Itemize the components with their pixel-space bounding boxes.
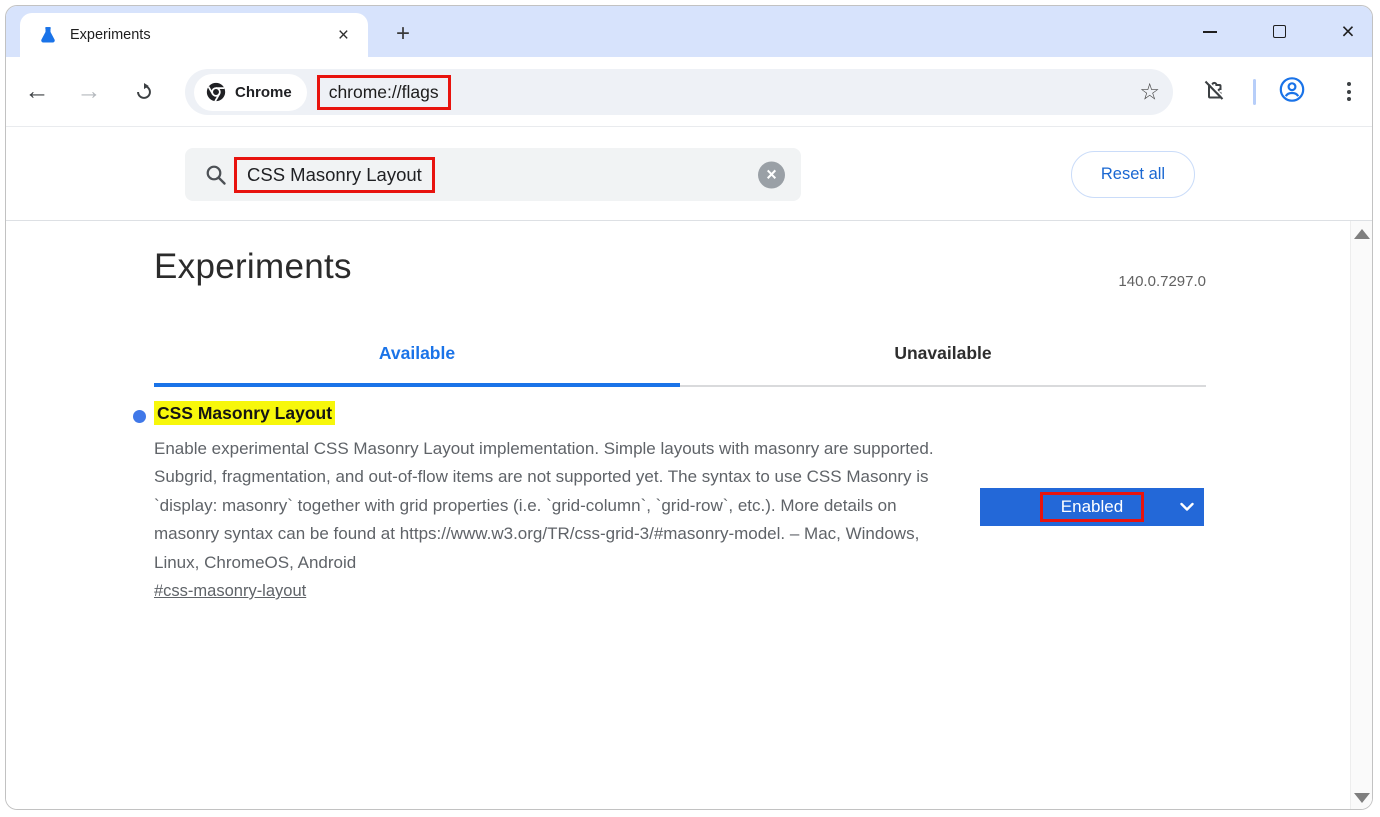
flag-entry-css-masonry: CSS Masonry Layout Enable experimental C… (154, 403, 1206, 601)
flags-search-header: CSS Masonry Layout × Reset all (6, 127, 1372, 221)
window-close-icon: × (1341, 20, 1354, 43)
flag-select-value: Enabled (1061, 497, 1123, 516)
maximize-icon (1273, 25, 1286, 38)
annotation-box-url: chrome://flags (317, 75, 451, 110)
menu-button[interactable] (1338, 79, 1360, 105)
reload-icon (133, 81, 155, 103)
clear-icon: × (766, 166, 777, 184)
page-title: Experiments (154, 247, 352, 287)
site-badge-label: Chrome (235, 84, 292, 101)
annotation-box-enabled: Enabled (1040, 492, 1144, 522)
back-button[interactable]: ← (22, 77, 52, 107)
flag-name: CSS Masonry Layout (154, 401, 335, 425)
minimize-icon (1203, 31, 1217, 33)
site-badge-chrome[interactable]: Chrome (194, 74, 307, 111)
flag-permalink[interactable]: #css-masonry-layout (154, 582, 306, 601)
reload-button[interactable] (129, 77, 159, 107)
flag-bullet-icon (133, 410, 146, 423)
toolbar: ← → Chrome (6, 57, 1372, 127)
tab-unavailable[interactable]: Unavailable (680, 329, 1206, 387)
forward-button[interactable]: → (74, 77, 104, 107)
new-tab-button[interactable]: + (388, 19, 418, 49)
annotation-box-search: CSS Masonry Layout (234, 157, 435, 193)
window-close-button[interactable]: × (1334, 18, 1362, 46)
flag-select[interactable]: Enabled (980, 488, 1204, 526)
search-icon (203, 162, 229, 188)
flags-tab-bar: Available Unavailable (154, 329, 1206, 387)
reset-all-button[interactable]: Reset all (1071, 151, 1195, 198)
tab-title: Experiments (70, 27, 333, 43)
extensions-disabled-icon (1200, 75, 1228, 103)
chevron-down-icon (1180, 503, 1194, 512)
flags-content: Experiments 140.0.7297.0 Available Unava… (6, 221, 1372, 810)
flag-description: Enable experimental CSS Masonry Layout i… (154, 435, 956, 577)
extensions-disabled-button[interactable] (1200, 75, 1228, 108)
browser-window: Experiments × + × ← → (5, 5, 1373, 810)
profile-button[interactable] (1278, 75, 1306, 108)
profile-avatar-icon (1278, 75, 1306, 103)
browser-tab-experiments[interactable]: Experiments × (20, 13, 368, 57)
search-input[interactable]: CSS Masonry Layout × (185, 148, 801, 201)
clear-search-button[interactable]: × (758, 161, 785, 188)
flask-icon (38, 25, 58, 45)
url-text: chrome://flags (329, 82, 439, 102)
scrollbar[interactable] (1350, 221, 1372, 810)
omnibox[interactable]: Chrome chrome://flags ☆ (185, 69, 1173, 115)
tab-available[interactable]: Available (154, 329, 680, 387)
version-label: 140.0.7297.0 (1118, 273, 1206, 290)
window-controls: × (1196, 6, 1362, 57)
search-value: CSS Masonry Layout (247, 164, 422, 185)
scroll-up-arrow-icon[interactable] (1354, 229, 1370, 239)
main-area: Experiments 140.0.7297.0 Available Unava… (154, 221, 1206, 810)
titlebar: Experiments × + × (6, 6, 1372, 57)
three-dot-menu-icon (1347, 82, 1351, 86)
toolbar-divider (1253, 79, 1256, 105)
tab-close-icon[interactable]: × (333, 24, 354, 47)
chrome-logo-icon (205, 81, 227, 103)
scroll-down-arrow-icon[interactable] (1354, 793, 1370, 803)
maximize-button[interactable] (1265, 18, 1293, 46)
minimize-button[interactable] (1196, 18, 1224, 46)
bookmark-star-icon[interactable]: ☆ (1139, 81, 1160, 104)
